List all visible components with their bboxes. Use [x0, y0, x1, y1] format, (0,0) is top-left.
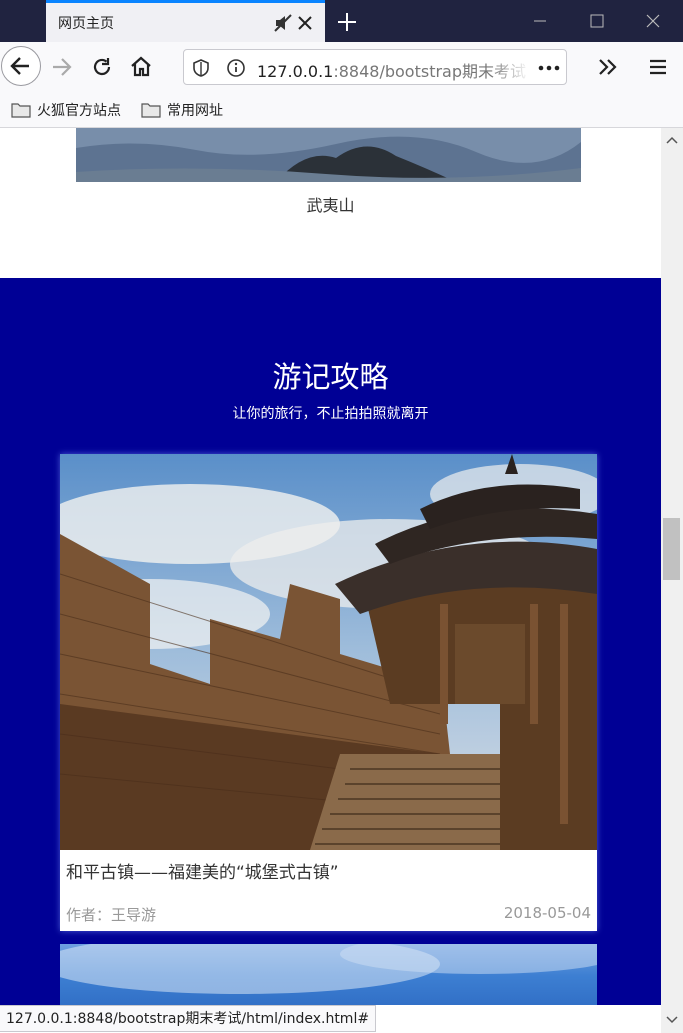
card-author: 作者：王导游 — [66, 906, 157, 924]
folder-icon — [141, 103, 161, 118]
url-fade — [490, 50, 530, 84]
section-title: 游记攻略 — [272, 360, 389, 394]
page-actions-icon[interactable] — [538, 64, 560, 72]
mute-tab-icon[interactable] — [272, 12, 294, 34]
navigation-toolbar: 127.0.0.1:8848/bootstrap期末考试 — [0, 42, 683, 92]
folder-icon — [11, 103, 31, 118]
scenery-image[interactable] — [76, 128, 581, 182]
landscape-illustration — [76, 128, 581, 182]
bookmark-folder[interactable]: 常用网址 — [141, 100, 223, 120]
bookmark-label: 火狐官方站点 — [37, 103, 121, 119]
forward-button[interactable] — [43, 48, 81, 86]
reload-icon[interactable] — [83, 48, 121, 86]
new-tab-icon[interactable] — [334, 9, 360, 35]
maximize-icon[interactable] — [584, 8, 610, 34]
minimize-icon[interactable] — [527, 8, 553, 34]
vertical-scrollbar[interactable] — [661, 128, 683, 1033]
shield-icon[interactable] — [191, 58, 211, 78]
scrollbar-thumb[interactable] — [663, 518, 680, 580]
url-text[interactable]: 127.0.0.1:8848/bootstrap期末考试 — [257, 58, 526, 82]
overflow-chevron-icon[interactable] — [588, 48, 626, 86]
card-title[interactable]: 和平古镇——福建美的“城堡式古镇” — [66, 858, 339, 883]
bookmark-label: 常用网址 — [167, 103, 223, 119]
bookmark-folder[interactable]: 火狐官方站点 — [11, 100, 121, 120]
browser-titlebar: 网页主页 — [0, 0, 683, 42]
home-icon[interactable] — [122, 48, 160, 86]
address-bar[interactable]: 127.0.0.1:8848/bootstrap期末考试 — [183, 49, 567, 85]
back-button[interactable] — [1, 46, 41, 86]
close-window-icon[interactable] — [640, 8, 666, 34]
site-info-icon[interactable] — [226, 58, 246, 78]
sky-image — [40, 934, 620, 994]
ancient-town-illustration — [60, 454, 597, 850]
scroll-up-icon[interactable] — [664, 132, 680, 148]
menu-icon[interactable] — [639, 48, 677, 86]
url-host: 127.0.0.1 — [257, 62, 334, 81]
scroll-down-icon[interactable] — [664, 1012, 680, 1028]
tab-title: 网页主页 — [58, 16, 114, 32]
browser-tab[interactable]: 网页主页 — [46, 0, 325, 42]
back-arrow-icon — [10, 57, 29, 75]
status-bar-url: 127.0.0.1:8848/bootstrap期末考试/html/index.… — [0, 1005, 377, 1032]
page-viewport: 武夷山 游记攻略 让你的旅行，不止拍拍照就离开 和平古镇——福建美的“城堡式古镇… — [0, 128, 661, 1005]
card-image[interactable] — [60, 454, 597, 850]
bookmarks-toolbar: 火狐官方站点 常用网址 — [0, 92, 683, 128]
travel-card-next[interactable] — [40, 934, 620, 1005]
close-tab-icon[interactable] — [294, 12, 316, 34]
image-caption: 武夷山 — [306, 196, 355, 215]
travel-card[interactable]: 和平古镇——福建美的“城堡式古镇” 作者：王导游 2018-05-04 — [60, 454, 597, 931]
section-subtitle: 让你的旅行，不止拍拍照就离开 — [232, 406, 429, 422]
card-date: 2018-05-04 — [503, 904, 591, 922]
